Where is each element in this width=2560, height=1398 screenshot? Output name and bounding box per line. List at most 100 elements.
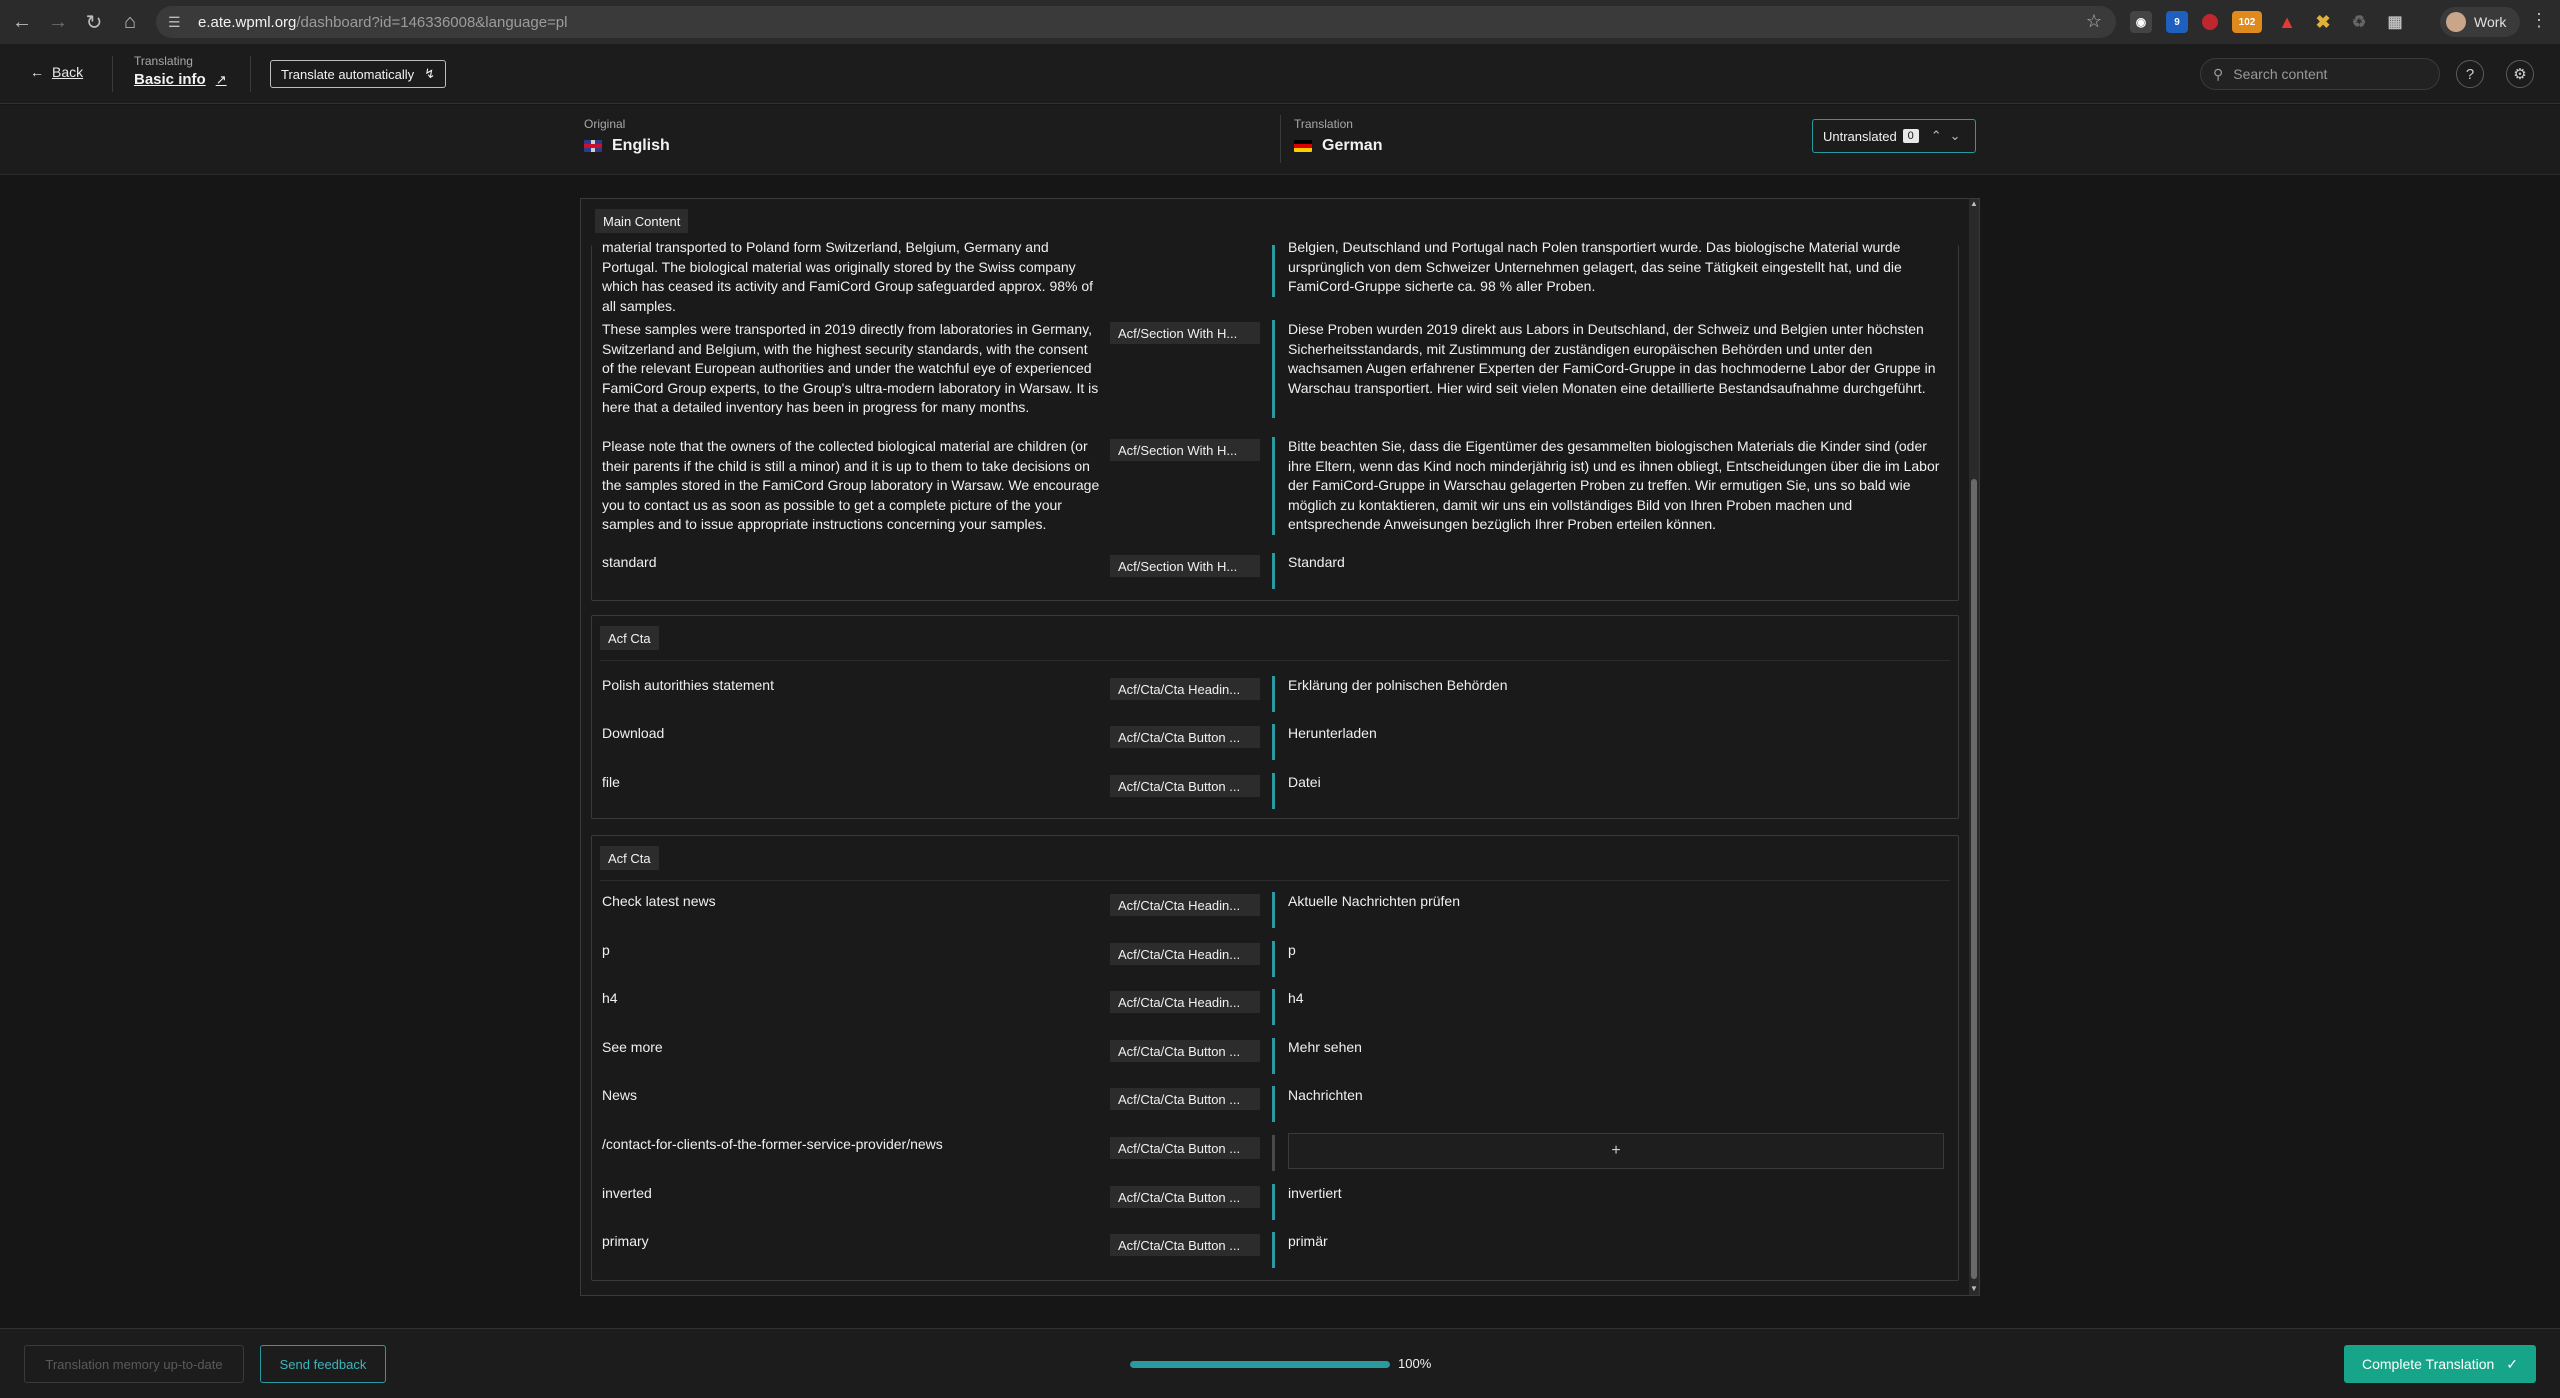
record-icon[interactable] [2202,14,2218,30]
field-tag: Acf/Section With H... [1110,555,1260,577]
target-text[interactable]: h4 [1288,989,1948,1009]
target-text[interactable]: p [1288,941,1948,961]
plus-icon: + [1611,1142,1621,1159]
search-icon: ⚲ [2213,65,2224,82]
language-bar: Original English Translation German Untr… [0,105,2560,175]
profile-chip[interactable]: Work [2440,7,2520,37]
segment-status-bar [1272,773,1275,809]
scrollbar-thumb[interactable] [1971,479,1977,1279]
segment-status-bar [1272,320,1275,418]
section-title: Main Content [595,209,689,233]
german-flag-icon [1294,140,1312,152]
progress-bar [1130,1361,1390,1368]
search-input[interactable]: ⚲ Search content [2200,58,2440,90]
incognito-icon[interactable]: ◉ [2130,11,2152,33]
divider [600,660,1950,661]
target-text[interactable]: Erklärung der polnischen Behörden [1288,676,1948,696]
segment-status-bar [1272,1135,1275,1171]
source-text: h4 [602,990,618,1006]
source-text: /contact-for-clients-of-the-former-servi… [602,1136,943,1152]
chevron-down-icon[interactable]: ⌄ [1950,128,1961,144]
counter-extension-count: 102 [2238,16,2256,28]
divider [112,56,113,92]
field-tag: Acf/Cta/Cta Button ... [1110,1137,1260,1159]
puzzle-icon[interactable]: ▦ [2384,11,2406,33]
site-info-icon[interactable]: ☰ [168,14,188,31]
scroll-down-icon[interactable]: ▼ [1969,1284,1979,1293]
segment-status-bar [1272,724,1275,760]
segment-status-bar [1272,553,1275,589]
field-tag: Acf/Cta/Cta Button ... [1110,775,1260,797]
send-feedback-button[interactable]: Send feedback [260,1345,386,1383]
url-host: e.ate.wpml.org [198,13,297,31]
field-tag: Acf/Section With H... [1110,322,1260,344]
target-text[interactable]: Bitte beachten Sie, dass die Eigentümer … [1288,437,1948,535]
source-text: Download [602,725,665,741]
profile-label: Work [2474,14,2507,30]
target-text[interactable]: Diese Proben wurden 2019 direkt aus Labo… [1288,320,1948,398]
back-arrow-icon[interactable]: ← [8,8,36,36]
counter-extension-icon[interactable]: 102 [2232,11,2262,33]
extension-badge-icon[interactable]: 9 [2166,11,2188,33]
translating-label: Translating [134,54,193,68]
url-text[interactable]: e.ate.wpml.org/dashboard?id=146336008&la… [198,14,567,31]
arrow-left-icon: ← [30,64,44,80]
document-title-link[interactable]: Basic info ↗ [134,71,227,88]
source-text: p [602,942,610,958]
home-icon[interactable]: ⌂ [116,8,144,36]
recycle-icon[interactable]: ♻ [2348,11,2370,33]
target-text[interactable]: Nachrichten [1288,1086,1948,1106]
target-text[interactable]: Herunterladen [1288,724,1948,744]
divider [600,880,1950,881]
avatar [2446,12,2466,32]
extensions-area: ◉ 9 102 ▲ ✖ ♻ ▦ [2130,8,2406,36]
translation-language: Translation German [1294,117,1382,155]
segment-status-bar [1272,941,1275,977]
target-text[interactable]: Belgien, Deutschland und Portugal nach P… [1288,238,1948,297]
divider [1280,115,1281,163]
document-title: Basic info [134,71,206,88]
translation-label: Translation [1294,117,1353,131]
group-title: Acf Cta [600,626,659,650]
source-text: Check latest news [602,893,716,909]
source-text: primary [602,1233,649,1249]
complete-translation-label: Complete Translation [2361,1356,2495,1372]
original-label: Original [584,117,626,131]
gear-icon[interactable]: ⚙ [2506,60,2534,88]
browser-menu-icon[interactable]: ⋮ [2530,10,2548,31]
browser-toolbar: ← → ↻ ⌂ ☰ e.ate.wpml.org/dashboard?id=14… [0,0,2560,44]
source-text: See more [602,1039,663,1055]
field-tag: Acf/Cta/Cta Button ... [1110,1088,1260,1110]
warning-triangle-icon[interactable]: ▲ [2276,11,2298,33]
translate-automatically-button[interactable]: Translate automatically ↯ [270,60,447,88]
forward-arrow-icon[interactable]: → [44,8,72,36]
acf-cta-group: Acf Cta Check latest news Acf/Cta/Cta He… [591,835,1959,1281]
source-text: material transported to Poland form Swit… [602,239,1094,314]
chevron-up-icon[interactable]: ⌃ [1931,128,1942,144]
target-text[interactable]: invertiert [1288,1184,1948,1204]
untranslated-filter[interactable]: Untranslated 0 ⌃ ⌄ [1812,119,1976,153]
help-icon[interactable]: ? [2456,60,2484,88]
source-text: Please note that the owners of the colle… [602,438,1100,532]
segment-status-bar [1272,1184,1275,1220]
tools-icon[interactable]: ✖ [2312,11,2334,33]
app-header: ← Back Translating Basic info ↗ Translat… [0,44,2560,104]
target-text[interactable]: Aktuelle Nachrichten prüfen [1288,892,1948,912]
target-text[interactable]: Mehr sehen [1288,1038,1948,1058]
target-text[interactable]: primär [1288,1232,1948,1252]
back-link[interactable]: ← Back [30,64,83,80]
target-text[interactable]: Datei [1288,773,1948,793]
translation-memory-button[interactable]: Translation memory up-to-date [24,1345,244,1383]
field-tag: Acf/Cta/Cta Button ... [1110,1234,1260,1256]
scroll-up-icon[interactable]: ▲ [1969,199,1979,208]
editor-scrollbar[interactable]: ▲ ▼ [1969,199,1979,1295]
add-translation-button[interactable]: + [1288,1133,1944,1169]
target-text[interactable]: Standard [1288,553,1948,573]
uk-flag-icon [584,140,602,152]
reload-icon[interactable]: ↻ [80,8,108,36]
bookmark-star-icon[interactable]: ☆ [2086,11,2102,32]
address-bar[interactable]: ☰ e.ate.wpml.org/dashboard?id=146336008&… [156,6,2116,38]
field-tag: Acf/Cta/Cta Button ... [1110,726,1260,748]
complete-translation-button[interactable]: Complete Translation ✓ [2344,1345,2536,1383]
untranslated-count-badge: 0 [1902,129,1919,143]
